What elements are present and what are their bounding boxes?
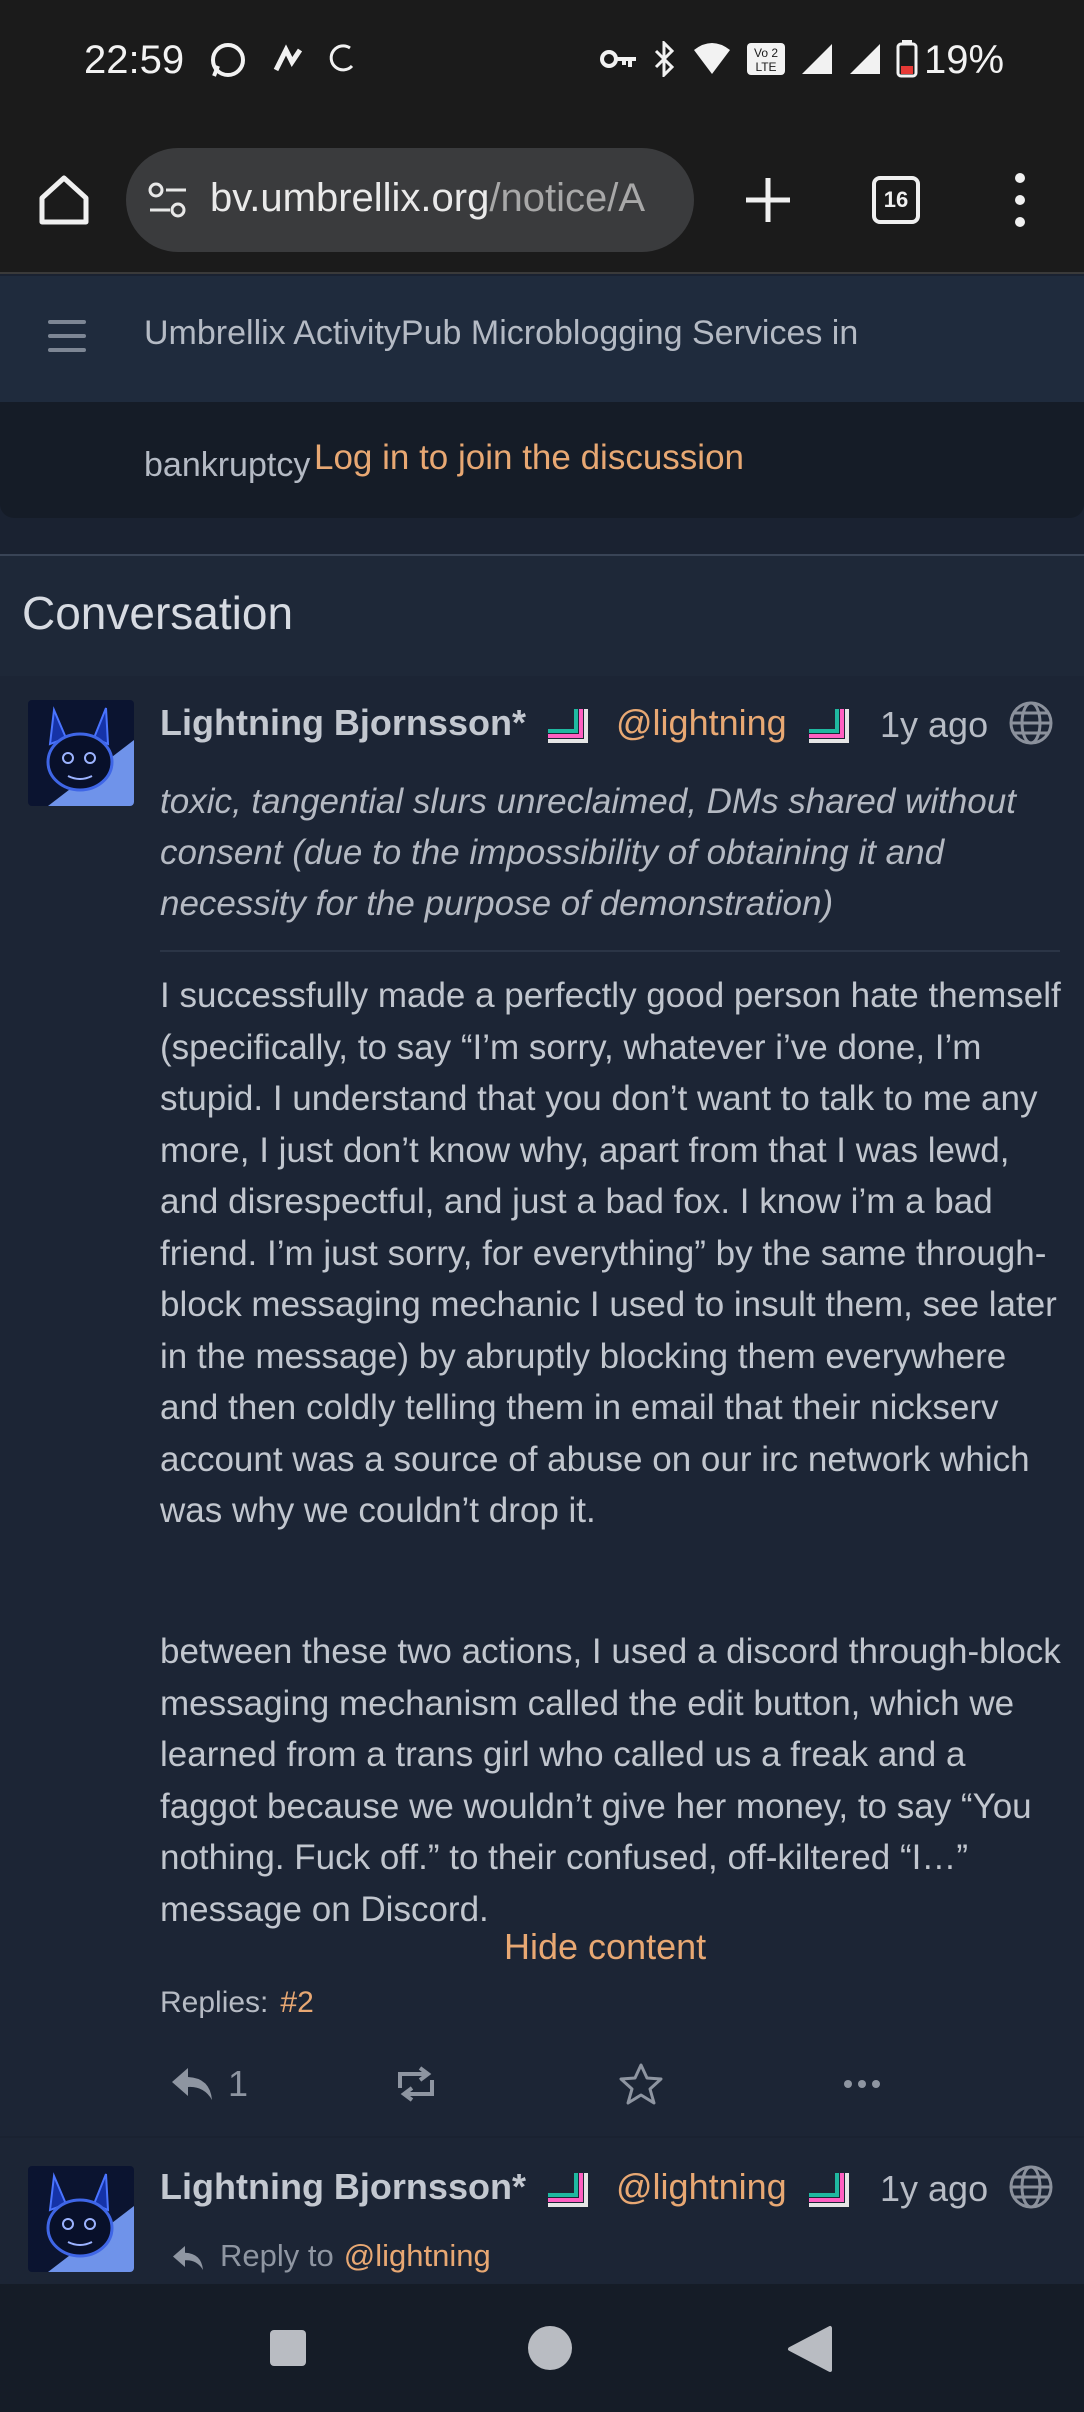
url-text[interactable]: bv.umbrellix.org/notice/A — [210, 176, 645, 221]
status-bar: 22:59 Vo 2 LTE 19% — [0, 0, 1084, 128]
whatsapp-icon — [211, 43, 245, 77]
pride-flag-icon — [547, 709, 588, 744]
signal-icon — [850, 44, 880, 74]
more-vert-icon[interactable] — [1004, 168, 1036, 232]
avatar[interactable] — [28, 700, 134, 806]
tab-switcher-button[interactable]: 16 — [872, 176, 920, 224]
repeat-button[interactable] — [392, 2052, 440, 2116]
sync-icon — [329, 44, 354, 72]
pride-flag-icon — [808, 709, 849, 744]
system-icons: Vo 2 LTE — [600, 40, 918, 78]
reply-to-line: Reply to @lightning — [170, 2238, 491, 2274]
wifi-icon — [694, 43, 730, 74]
login-link[interactable]: Log in to join the discussion — [314, 438, 744, 478]
globe-icon — [1009, 701, 1053, 745]
signal-icon — [802, 44, 832, 74]
home-nav-icon[interactable] — [526, 2324, 574, 2372]
post-paragraph: I successfully made a perfectly good per… — [160, 976, 1061, 1530]
post-paragraph: between these two actions, I used a disc… — [160, 1632, 1061, 1929]
svg-text:Vo 2: Vo 2 — [754, 46, 778, 60]
favorite-button[interactable] — [618, 2052, 664, 2116]
more-horiz-icon — [844, 2080, 880, 2088]
reply-to-handle[interactable]: @lightning — [344, 2238, 491, 2273]
notification-icons — [208, 40, 360, 80]
pride-flag-icon — [547, 2173, 588, 2208]
more-actions-button[interactable] — [842, 2052, 882, 2116]
reply-icon — [172, 2068, 212, 2100]
post-time[interactable]: 1y ago — [880, 2168, 988, 2210]
url-path: /notice/A — [489, 176, 646, 220]
avatar-image — [28, 700, 134, 806]
post-time[interactable]: 1y ago — [880, 704, 988, 746]
url-host: bv.umbrellix.org — [210, 176, 490, 220]
hide-content-button[interactable]: Hide content — [504, 1926, 706, 1968]
battery-percent: 19% — [924, 38, 1005, 82]
author-handle[interactable]: @lightning — [616, 702, 787, 743]
site-settings-icon[interactable] — [146, 178, 190, 222]
author-handle[interactable]: @lightning — [616, 2166, 787, 2207]
status-post: Lightning Bjornsson* @lightning 1y ago R… — [0, 2138, 1084, 2284]
author-name[interactable]: Lightning Bjornsson* — [160, 2166, 526, 2207]
reply-count: 1 — [228, 2063, 249, 2104]
site-title-continued[interactable]: bankruptcy — [144, 446, 310, 485]
content-warning[interactable]: toxic, tangential slurs unreclaimed, DMs… — [160, 776, 1060, 929]
app-icon — [273, 44, 303, 72]
recents-icon[interactable] — [268, 2328, 308, 2368]
back-icon[interactable] — [786, 2324, 834, 2374]
volte-icon: Vo 2LTE — [747, 43, 785, 75]
globe-icon — [1009, 2165, 1053, 2209]
page-title: Conversation — [22, 587, 294, 639]
browser-toolbar: bv.umbrellix.org/notice/A 16 — [0, 128, 1084, 274]
replies-label: Replies: — [160, 1986, 269, 2019]
pride-flag-icon — [808, 2173, 849, 2208]
content-warning-divider — [160, 950, 1060, 952]
conversation-header: Conversation — [0, 556, 1084, 676]
post-header: Lightning Bjornsson* @lightning — [160, 2166, 849, 2209]
status-post: Lightning Bjornsson* @lightning 1y ago t… — [0, 676, 1084, 2136]
reply-icon — [173, 2245, 203, 2270]
battery-icon — [896, 40, 918, 78]
new-tab-icon[interactable] — [736, 168, 800, 232]
repeat-icon — [398, 2066, 434, 2102]
header-strip: bankruptcy Log in to join the discussion — [0, 402, 1084, 518]
svg-text:LTE: LTE — [755, 60, 776, 74]
address-bar[interactable]: bv.umbrellix.org/notice/A — [126, 148, 694, 252]
post-header: Lightning Bjornsson* @lightning — [160, 702, 849, 745]
bluetooth-icon — [654, 41, 675, 77]
system-nav-bar — [0, 2284, 1084, 2412]
home-icon[interactable] — [34, 170, 94, 230]
reply-to-label: Reply to — [220, 2238, 334, 2273]
site-title[interactable]: Umbrellix ActivityPub Microblogging Serv… — [144, 314, 858, 353]
avatar-image — [28, 2166, 134, 2272]
menu-icon[interactable] — [48, 320, 86, 352]
star-icon — [619, 2063, 663, 2105]
replies-line: Replies: #2 — [160, 1986, 314, 2020]
author-name[interactable]: Lightning Bjornsson* — [160, 702, 526, 743]
reply-button[interactable]: 1 — [170, 2052, 248, 2116]
post-actions: 1 — [0, 2052, 1084, 2122]
status-time: 22:59 — [84, 38, 185, 82]
site-header: Umbrellix ActivityPub Microblogging Serv… — [0, 276, 1084, 402]
key-icon — [600, 50, 636, 68]
avatar[interactable] — [28, 2166, 134, 2272]
reply-link[interactable]: #2 — [280, 1986, 313, 2019]
